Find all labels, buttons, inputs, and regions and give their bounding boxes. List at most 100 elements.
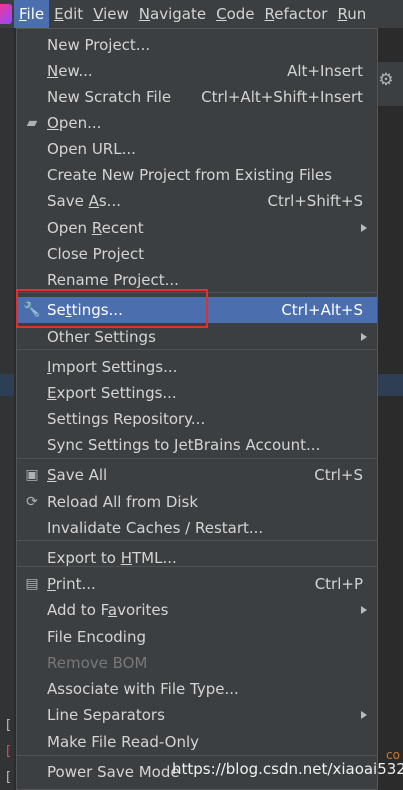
- menu-mnemonic: R: [264, 5, 275, 23]
- menu-item-label: Invalidate Caches / Restart...: [47, 515, 263, 541]
- menu-label-part: Sync Settings to JetBrains Account...: [47, 436, 321, 454]
- watermark: https://blog.csdn.net/xiaoai5324: [172, 760, 403, 778]
- menu-item-label: Print...: [47, 571, 96, 597]
- menu-refactor[interactable]: Refactor: [260, 0, 333, 28]
- menu-item-save-all[interactable]: ▣ Save All Ctrl+S: [17, 462, 377, 488]
- menu-item-label: Open...: [47, 110, 101, 136]
- menu-separator: [17, 458, 377, 459]
- menu-label-part: pen...: [58, 114, 102, 132]
- menu-item-create-new-project-from-existing-files[interactable]: Create New Project from Existing Files: [17, 162, 377, 188]
- menu-item-label: Remove BOM: [47, 650, 147, 676]
- menu-label-part: Make File Read-Only: [47, 733, 200, 751]
- menu-view[interactable]: View: [88, 0, 134, 28]
- menu-label-part: mport Settings...: [51, 358, 178, 376]
- menu-item-shortcut: Alt+Insert: [287, 62, 363, 80]
- menu-file[interactable]: File: [14, 0, 50, 28]
- menu-item-label: Line Separators: [47, 702, 165, 728]
- menu-item-shortcut: Ctrl+P: [314, 575, 363, 593]
- menu-item-open-recent[interactable]: Open Recent: [17, 215, 377, 241]
- menu-item-line-separators[interactable]: Line Separators: [17, 702, 377, 728]
- menu-run[interactable]: Run: [332, 0, 371, 28]
- menu-item-new[interactable]: New... Alt+Insert: [17, 58, 377, 84]
- menu-item-shortcut: Ctrl+Alt+S: [281, 301, 363, 319]
- menu-label-part: rint...: [55, 575, 96, 593]
- menu-mnemonic: V: [93, 5, 104, 23]
- menu-mnemonic: N: [47, 62, 59, 80]
- menu-item-new-project[interactable]: New Project...: [17, 32, 377, 58]
- menu-label-part: New Scratch File: [47, 88, 172, 106]
- menu-label-part: Add to F: [47, 601, 108, 619]
- app-logo-icon: [0, 4, 12, 24]
- right-selection-strip: [376, 374, 403, 396]
- menu-item-reload-all-from-disk[interactable]: ⟳ Reload All from Disk: [17, 489, 377, 515]
- menu-item-save-as[interactable]: Save As... Ctrl+Shift+S: [17, 188, 377, 214]
- menu-label-part: ave All: [56, 466, 108, 484]
- menu-label: un: [347, 5, 367, 23]
- menu-item-open-url[interactable]: Open URL...: [17, 136, 377, 162]
- menu-item-associate-with-file-type[interactable]: Associate with File Type...: [17, 676, 377, 702]
- menu-item-label: New...: [47, 58, 93, 84]
- menu-item-add-to-favorites[interactable]: Add to Favorites: [17, 597, 377, 623]
- menu-mnemonic: R: [91, 219, 102, 237]
- save-icon: ▣: [25, 467, 39, 483]
- menu-label-part: vorites: [117, 601, 169, 619]
- reload-icon: ⟳: [26, 494, 38, 510]
- menu-label: ode: [226, 5, 255, 23]
- menu-item-file-encoding[interactable]: File Encoding: [17, 624, 377, 650]
- menu-item-label: Import Settings...: [47, 354, 177, 380]
- menu-code[interactable]: Code: [211, 0, 259, 28]
- menu-item-make-file-read-only[interactable]: Make File Read-Only: [17, 729, 377, 755]
- menu-bar: File Edit View Navigate Code Refactor Run: [0, 0, 403, 28]
- menu-item-label: Sync Settings to JetBrains Account...: [47, 432, 320, 458]
- file-menu-dropdown: New Project... New... Alt+Insert New Scratc…: [16, 28, 378, 790]
- bracket-fragment: [: [6, 770, 12, 785]
- menu-item-print[interactable]: ▤ Print... Ctrl+P: [17, 571, 377, 597]
- menu-label-part: Export to: [47, 549, 121, 567]
- menu-item-label: Associate with File Type...: [47, 676, 239, 702]
- menu-separator: [17, 755, 377, 756]
- menu-label-part: Power Save Mode: [47, 763, 180, 781]
- bracket-fragment: [: [6, 744, 12, 759]
- left-selection-strip: [0, 374, 14, 396]
- menu-item-open[interactable]: ▰ Open...: [17, 110, 377, 136]
- menu-item-new-scratch-file[interactable]: New Scratch File Ctrl+Alt+Shift+Insert: [17, 84, 377, 110]
- menu-label-part: Open URL...: [47, 140, 136, 158]
- menu-label-part: Associate with File Type...: [47, 680, 239, 698]
- menu-label-part: Remove BOM: [47, 654, 148, 672]
- menu-item-label: New Scratch File: [47, 84, 171, 110]
- menu-item-import-settings[interactable]: Import Settings...: [17, 354, 377, 380]
- menu-item-settings-repository[interactable]: Settings Repository...: [17, 406, 377, 432]
- menu-edit[interactable]: Edit: [49, 0, 88, 28]
- menu-label-part: Save: [47, 192, 89, 210]
- menu-label-part: File Encoding: [47, 628, 146, 646]
- menu-item-invalidate-caches-restart[interactable]: Invalidate Caches / Restart...: [17, 515, 377, 541]
- menu-label-part: Rename Project...: [47, 271, 179, 289]
- menu-item-sync-settings-to-jetbrains-account[interactable]: Sync Settings to JetBrains Account...: [17, 432, 377, 458]
- menu-navigate[interactable]: Navigate: [134, 0, 211, 28]
- menu-item-label: Add to Favorites: [47, 597, 168, 623]
- menu-label: dit: [63, 5, 84, 23]
- menu-mnemonic: N: [138, 5, 151, 23]
- menu-item-label: Settings Repository...: [47, 406, 205, 432]
- menu-item-export-to-html[interactable]: Export to HTML...: [17, 545, 377, 571]
- menu-label-part: New Project...: [47, 36, 151, 54]
- menu-label: avigate: [150, 5, 207, 23]
- menu-item-label: Open URL...: [47, 136, 136, 162]
- gear-icon[interactable]: ⚙: [376, 70, 396, 90]
- menu-item-export-settings[interactable]: Export Settings...: [17, 380, 377, 406]
- menu-label-part: Close Pro: [47, 245, 117, 263]
- menu-label: ile: [26, 5, 45, 23]
- menu-item-label: Reload All from Disk: [47, 489, 198, 515]
- menu-item-label: Open Recent: [47, 215, 144, 241]
- menu-mnemonic: O: [47, 114, 59, 132]
- menu-mnemonic: a: [107, 601, 118, 619]
- menu-mnemonic: F: [19, 5, 27, 23]
- left-tool-strip: [0, 28, 14, 790]
- menu-mnemonic: R: [337, 5, 348, 23]
- menu-item-label: Power Save Mode: [47, 759, 180, 785]
- menu-item-label: Save All: [47, 462, 107, 488]
- print-icon: ▤: [25, 576, 39, 592]
- menu-item-label: Close Project: [47, 241, 144, 267]
- menu-label-part: Open: [47, 219, 92, 237]
- menu-item-close-project[interactable]: Close Project: [17, 241, 377, 267]
